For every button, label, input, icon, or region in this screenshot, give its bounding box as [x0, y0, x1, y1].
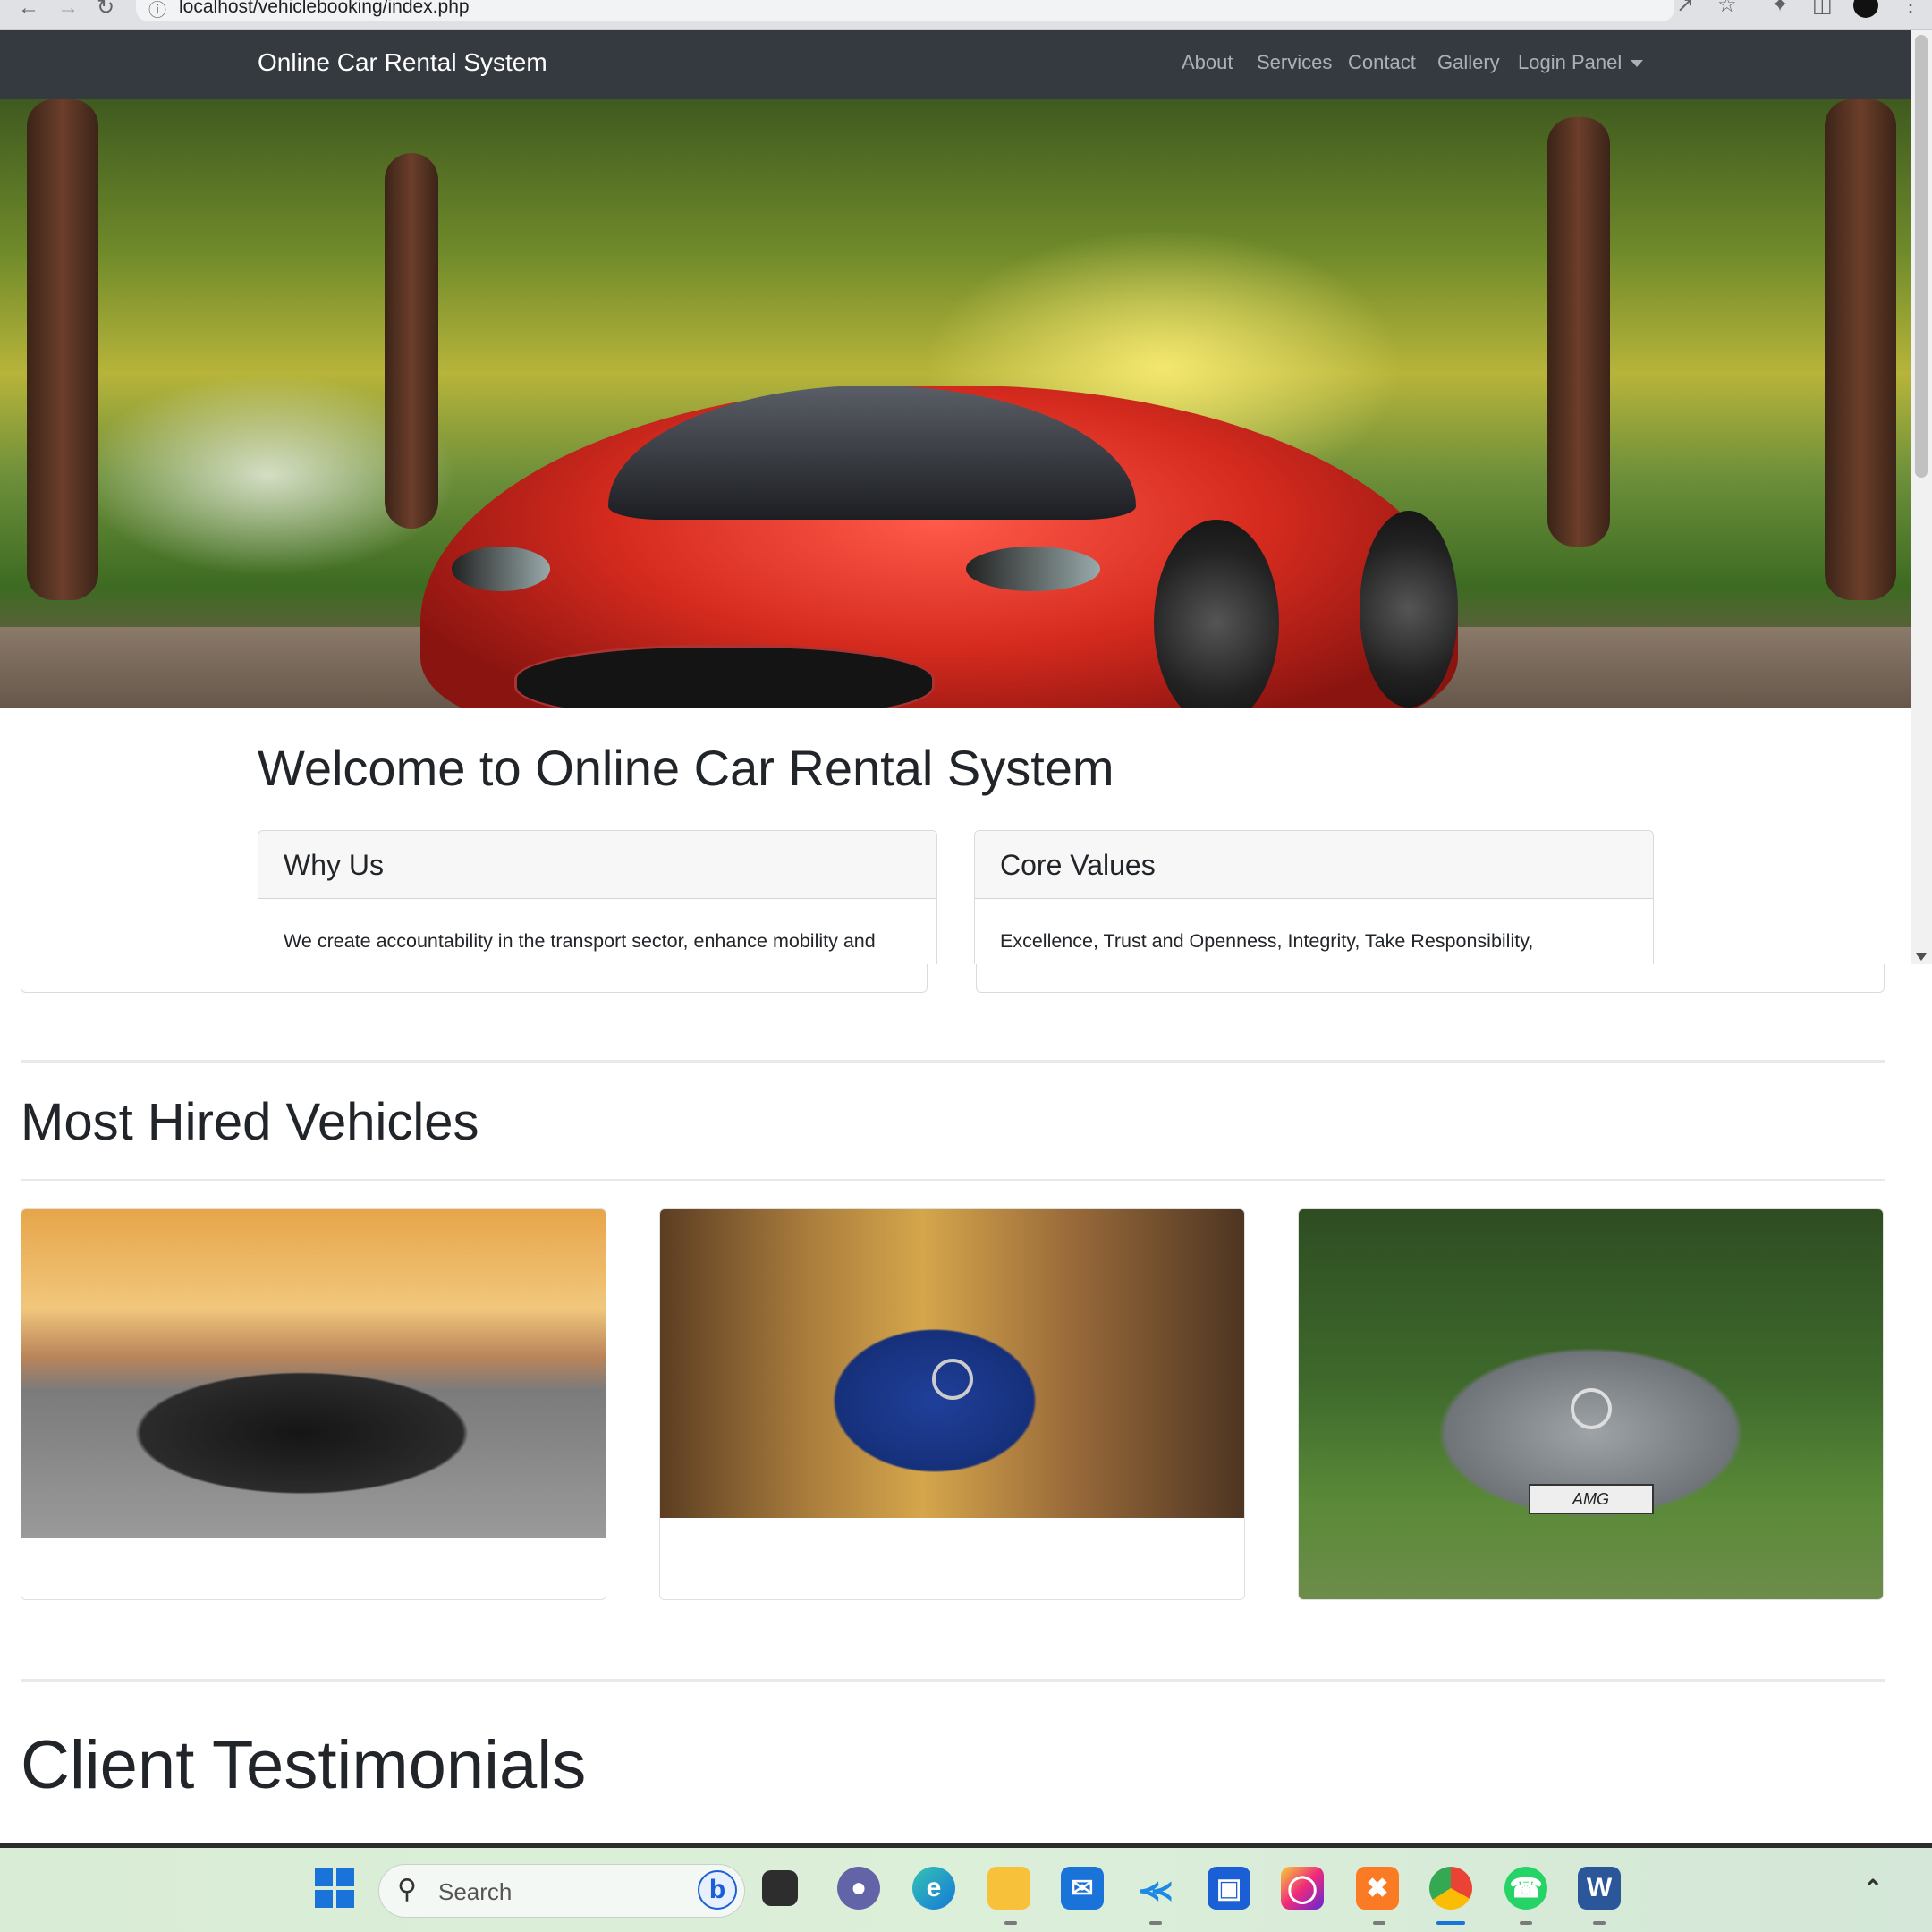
address-bar-url: localhost/vehiclebooking/index.php: [179, 0, 470, 17]
card-body: Excellence, Trust and Openness, Integrit…: [1000, 930, 1534, 952]
running-indicator: [1373, 1921, 1385, 1925]
taskbar-search-box[interactable]: ⚲ Search b: [378, 1864, 745, 1918]
running-indicator: [1520, 1921, 1532, 1925]
page-lower-section: Most Hired Vehicles AMG Client Testimoni…: [0, 964, 1932, 1843]
nav-dropdown-login-panel[interactable]: Login Panel: [1518, 51, 1644, 74]
running-indicator: [1593, 1921, 1606, 1925]
profile-avatar-icon[interactable]: [1853, 0, 1878, 18]
divider: [21, 1060, 1885, 1063]
windows-taskbar: ⚲ Search b ● e ✉ ⪻ ▣ ◯ ✖ ☎ W ⌃: [0, 1848, 1932, 1932]
vehicle-card[interactable]: [659, 1208, 1245, 1600]
search-icon: ⚲: [397, 1875, 417, 1904]
mercedes-logo-icon: [1570, 1388, 1612, 1430]
vehicle-card[interactable]: AMG: [1298, 1208, 1884, 1600]
forward-icon[interactable]: →: [57, 0, 79, 20]
car-grille: [514, 645, 935, 708]
teams-icon[interactable]: ●: [837, 1867, 880, 1910]
card-bottom-edge: [21, 964, 928, 993]
card-bottom-edge: [976, 964, 1885, 993]
bing-icon[interactable]: b: [698, 1870, 737, 1910]
silver-mercedes-image: AMG: [1299, 1209, 1883, 1599]
edge-icon[interactable]: e: [912, 1867, 955, 1910]
reload-icon[interactable]: ↻: [97, 0, 114, 20]
nav-link-services[interactable]: Services: [1257, 51, 1332, 74]
car-headlight: [966, 547, 1100, 591]
scrollbar-thumb[interactable]: [1915, 35, 1928, 478]
why-us-card: Why Us We create accountability in the t…: [258, 830, 937, 964]
most-hired-heading: Most Hired Vehicles: [21, 1093, 479, 1151]
blue-mercedes-image: [660, 1209, 1244, 1518]
back-icon[interactable]: ←: [18, 0, 39, 20]
store-icon[interactable]: ▣: [1208, 1867, 1250, 1910]
extensions-icon[interactable]: ✦: [1771, 0, 1789, 17]
address-bar[interactable]: ⓘ localhost/vehiclebooking/index.php ↗ ☆: [136, 0, 1737, 21]
running-indicator: [1004, 1921, 1017, 1925]
car-headlight: [452, 547, 550, 591]
chevron-up-icon[interactable]: ⌃: [1852, 1867, 1894, 1910]
site-info-icon[interactable]: ⓘ: [148, 0, 166, 21]
active-indicator: [1436, 1921, 1465, 1925]
xampp-icon[interactable]: ✖: [1356, 1867, 1399, 1910]
car-wheel: [1360, 511, 1458, 708]
side-panel-icon[interactable]: ◫: [1812, 0, 1833, 17]
card-body: We create accountability in the transpor…: [284, 930, 876, 952]
tree-trunk: [27, 99, 98, 600]
navbar: Online Car Rental System About Services …: [0, 30, 1911, 99]
scroll-down-arrow-icon[interactable]: [1916, 953, 1927, 961]
mail-icon[interactable]: ✉: [1061, 1867, 1104, 1910]
word-icon[interactable]: W: [1578, 1867, 1621, 1910]
vertical-scrollbar[interactable]: [1911, 30, 1932, 964]
core-values-card: Core Values Excellence, Trust and Openne…: [974, 830, 1654, 964]
chrome-icon[interactable]: [1429, 1867, 1472, 1910]
chevron-down-icon: [1631, 60, 1644, 68]
divider: [21, 1179, 1885, 1181]
tree-trunk: [1825, 99, 1896, 600]
nav-dropdown-label: Login Panel: [1518, 51, 1623, 73]
vehicle-card[interactable]: [21, 1208, 606, 1600]
bookmark-star-icon[interactable]: ☆: [1717, 0, 1737, 17]
file-explorer-icon[interactable]: [987, 1867, 1030, 1910]
card-header: Core Values: [975, 831, 1653, 899]
search-placeholder: Search: [438, 1878, 513, 1905]
browser-menu-icon[interactable]: ⋮: [1900, 0, 1921, 17]
card-header: Why Us: [258, 831, 936, 899]
whatsapp-icon[interactable]: ☎: [1504, 1867, 1547, 1910]
mercedes-logo-icon: [931, 1358, 973, 1400]
testimonials-heading: Client Testimonials: [21, 1727, 587, 1803]
navbar-brand[interactable]: Online Car Rental System: [258, 48, 547, 77]
task-view-icon[interactable]: [762, 1870, 798, 1906]
page-viewport: Online Car Rental System About Services …: [0, 30, 1911, 964]
nav-link-about[interactable]: About: [1182, 51, 1233, 74]
nav-link-contact[interactable]: Contact: [1348, 51, 1416, 74]
instagram-icon[interactable]: ◯: [1281, 1867, 1324, 1910]
hero-banner-image: [0, 99, 1911, 708]
tree-trunk: [385, 153, 438, 529]
black-muscle-car-image: [21, 1209, 606, 1538]
nav-link-gallery[interactable]: Gallery: [1437, 51, 1500, 74]
vscode-icon[interactable]: ⪻: [1134, 1867, 1177, 1910]
share-icon[interactable]: ↗: [1676, 0, 1694, 17]
start-icon[interactable]: [313, 1867, 356, 1910]
running-indicator: [1149, 1921, 1162, 1925]
browser-toolbar: ← → ↻ ⓘ localhost/vehiclebooking/index.p…: [0, 0, 1932, 30]
divider: [21, 1679, 1885, 1682]
welcome-heading: Welcome to Online Car Rental System: [258, 740, 1114, 796]
license-plate: AMG: [1528, 1484, 1654, 1515]
tree-trunk: [1547, 117, 1610, 547]
